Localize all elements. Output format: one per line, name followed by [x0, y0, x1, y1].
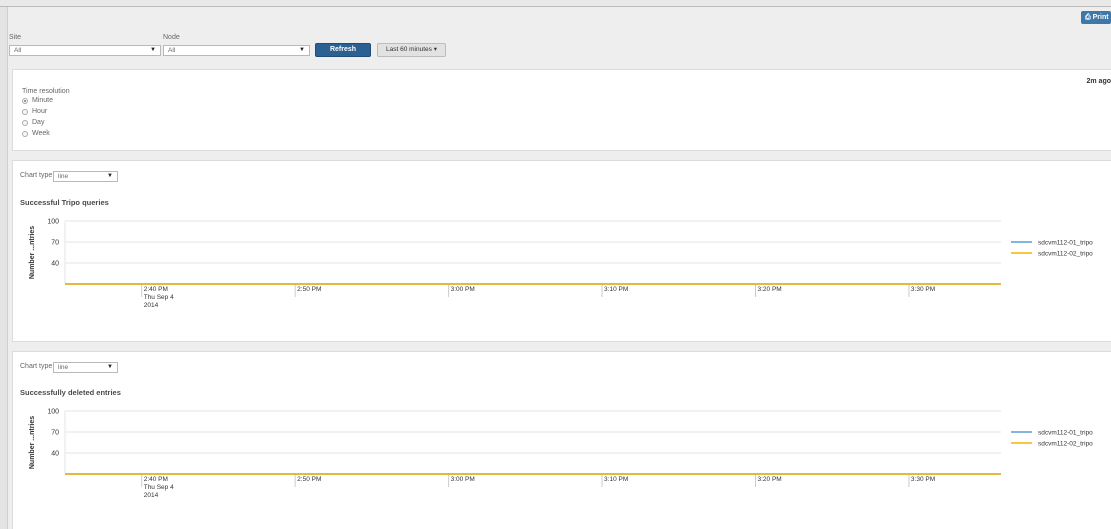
radio-label: Week	[32, 130, 50, 137]
print-button[interactable]: ⎙ Print	[1081, 11, 1111, 24]
refresh-button[interactable]: Refresh	[315, 43, 371, 57]
x-tick-label: 3:20 PM	[757, 286, 781, 293]
x-tick-label: 3:00 PM	[451, 476, 475, 483]
radio-minute[interactable]: Minute	[22, 97, 53, 104]
chart-type-select[interactable]: line ▼	[53, 171, 118, 182]
chart-panel-2: Chart type line ▼ Successfully deleted e…	[12, 351, 1111, 529]
x-tick-label: 3:00 PM	[451, 286, 475, 293]
x-tick-label: 2:40 PM	[144, 476, 168, 483]
y-tick-label: 70	[51, 430, 59, 437]
x-tick-sublabel: Thu Sep 4	[144, 484, 174, 491]
chevron-down-icon: ▼	[107, 173, 113, 179]
radio-day[interactable]: Day	[22, 119, 44, 126]
y-tick-label: 100	[47, 409, 59, 416]
y-tick-label: 40	[51, 451, 59, 458]
chart-type-value: line	[58, 364, 69, 371]
radio-label: Minute	[32, 97, 54, 104]
legend-label: sdcvm112-01_tripo	[1038, 240, 1093, 247]
x-tick-label: 3:10 PM	[604, 286, 628, 293]
x-tick-label: 3:20 PM	[757, 476, 781, 483]
chart-title: Successfully deleted entries	[20, 388, 121, 397]
radio-hour[interactable]: Hour	[22, 108, 47, 115]
time-resolution-title: Time resolution	[22, 88, 70, 95]
x-tick-label: 3:30 PM	[911, 476, 935, 483]
legend-label: sdcvm112-01_tripo	[1038, 430, 1093, 437]
radio-icon	[22, 108, 28, 115]
chart-type-value: line	[58, 173, 69, 180]
chart-type-label: Chart type	[20, 363, 53, 370]
line-chart: 1007040Number ...ntries2:40 PMThu Sep 42…	[29, 409, 1093, 500]
line-chart: 1007040Number ...ntries2:40 PMThu Sep 42…	[29, 219, 1093, 310]
legend-label: sdcvm112-02_tripo	[1038, 441, 1093, 448]
y-axis-label: Number ...ntries	[29, 226, 36, 279]
chart-title: Successful Tripo queries	[20, 198, 109, 207]
site-select-value: All	[14, 47, 22, 54]
y-tick-label: 40	[51, 261, 59, 268]
chart-type-label: Chart type	[20, 172, 53, 179]
x-tick-label: 2:50 PM	[297, 476, 321, 483]
chevron-down-icon: ▼	[107, 364, 113, 370]
node-select[interactable]: All ▼	[163, 45, 310, 56]
y-axis-label: Number ...ntries	[29, 416, 36, 469]
print-label: Print	[1092, 14, 1109, 21]
site-select[interactable]: All ▼	[9, 45, 161, 56]
x-tick-sublabel: 2014	[144, 302, 159, 309]
left-rail	[0, 7, 8, 529]
x-tick-label: 3:30 PM	[911, 286, 935, 293]
chevron-down-icon: ▼	[150, 47, 156, 53]
chevron-down-icon: ▼	[299, 47, 305, 53]
time-range-dropdown[interactable]: Last 60 minutes ▾	[377, 43, 446, 57]
node-select-value: All	[168, 47, 176, 54]
y-tick-label: 70	[51, 240, 59, 247]
legend-label: sdcvm112-02_tripo	[1038, 251, 1093, 258]
time-resolution-panel: 2m ago Time resolution Minute Hour Day W…	[12, 69, 1111, 151]
x-tick-label: 2:50 PM	[297, 286, 321, 293]
x-tick-label: 2:40 PM	[144, 286, 168, 293]
x-tick-sublabel: Thu Sep 4	[144, 294, 174, 301]
radio-icon	[22, 130, 28, 137]
y-tick-label: 100	[47, 219, 59, 226]
print-icon: ⎙	[1085, 14, 1091, 21]
chart-panel-1: Chart type line ▼ Successful Tripo queri…	[12, 160, 1111, 342]
updated-ago: 2m ago	[1086, 78, 1111, 85]
radio-icon	[22, 97, 28, 104]
radio-label: Day	[32, 119, 45, 126]
radio-label: Hour	[32, 108, 48, 115]
x-tick-label: 3:10 PM	[604, 476, 628, 483]
top-border	[0, 0, 1111, 7]
site-label: Site	[9, 34, 22, 41]
x-tick-sublabel: 2014	[144, 492, 159, 499]
node-label: Node	[163, 34, 180, 41]
radio-icon	[22, 119, 28, 126]
chart-type-select[interactable]: line ▼	[53, 362, 118, 373]
radio-week[interactable]: Week	[22, 130, 50, 137]
